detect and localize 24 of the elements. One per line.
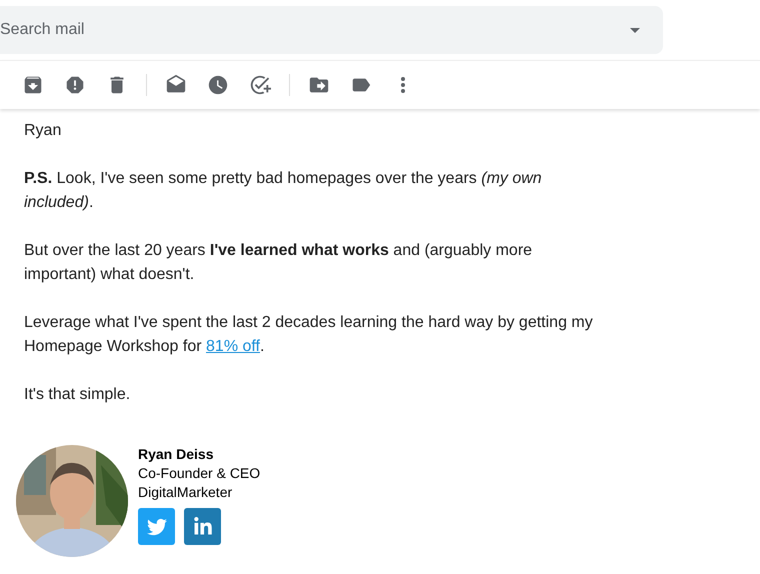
search-input[interactable]: Search mail — [0, 21, 400, 39]
search-field[interactable]: Search mail — [0, 6, 663, 54]
check-plus-icon — [249, 74, 271, 96]
sender-name: Ryan Deiss — [138, 445, 214, 464]
bird-icon — [146, 516, 166, 536]
twitter-button[interactable] — [138, 508, 175, 545]
body-paragraph: Leverage what I've spent the last 2 decades learning the hard way by getting my Homepage Workshop for 81% off. — [24, 313, 594, 357]
body-paragraph: P.S. Look, I've seen some pretty bad homepages over the years (my own included). — [24, 169, 543, 213]
body-paragraph: But over the last 20 years I've learned what works and (arguably more important) what doesn't. — [24, 241, 534, 285]
body-paragraph: It's that simple. — [24, 385, 132, 405]
clock-button[interactable] — [207, 74, 229, 96]
company-name: DigitalMarketer — [138, 483, 234, 502]
linkedin-icon — [192, 516, 212, 536]
report-button[interactable] — [64, 74, 86, 96]
archive-icon — [22, 74, 44, 96]
clock-icon — [207, 74, 229, 96]
sender-title: Co-Founder & CEO — [138, 464, 260, 483]
more-icon — [401, 77, 405, 93]
linkedin-button[interactable] — [184, 508, 221, 545]
archive-button[interactable] — [22, 74, 44, 96]
offer-link[interactable]: 81% off — [206, 338, 260, 355]
report-icon — [64, 74, 86, 96]
check-plus-button[interactable] — [249, 74, 271, 96]
body-text: Ryan — [24, 121, 62, 141]
